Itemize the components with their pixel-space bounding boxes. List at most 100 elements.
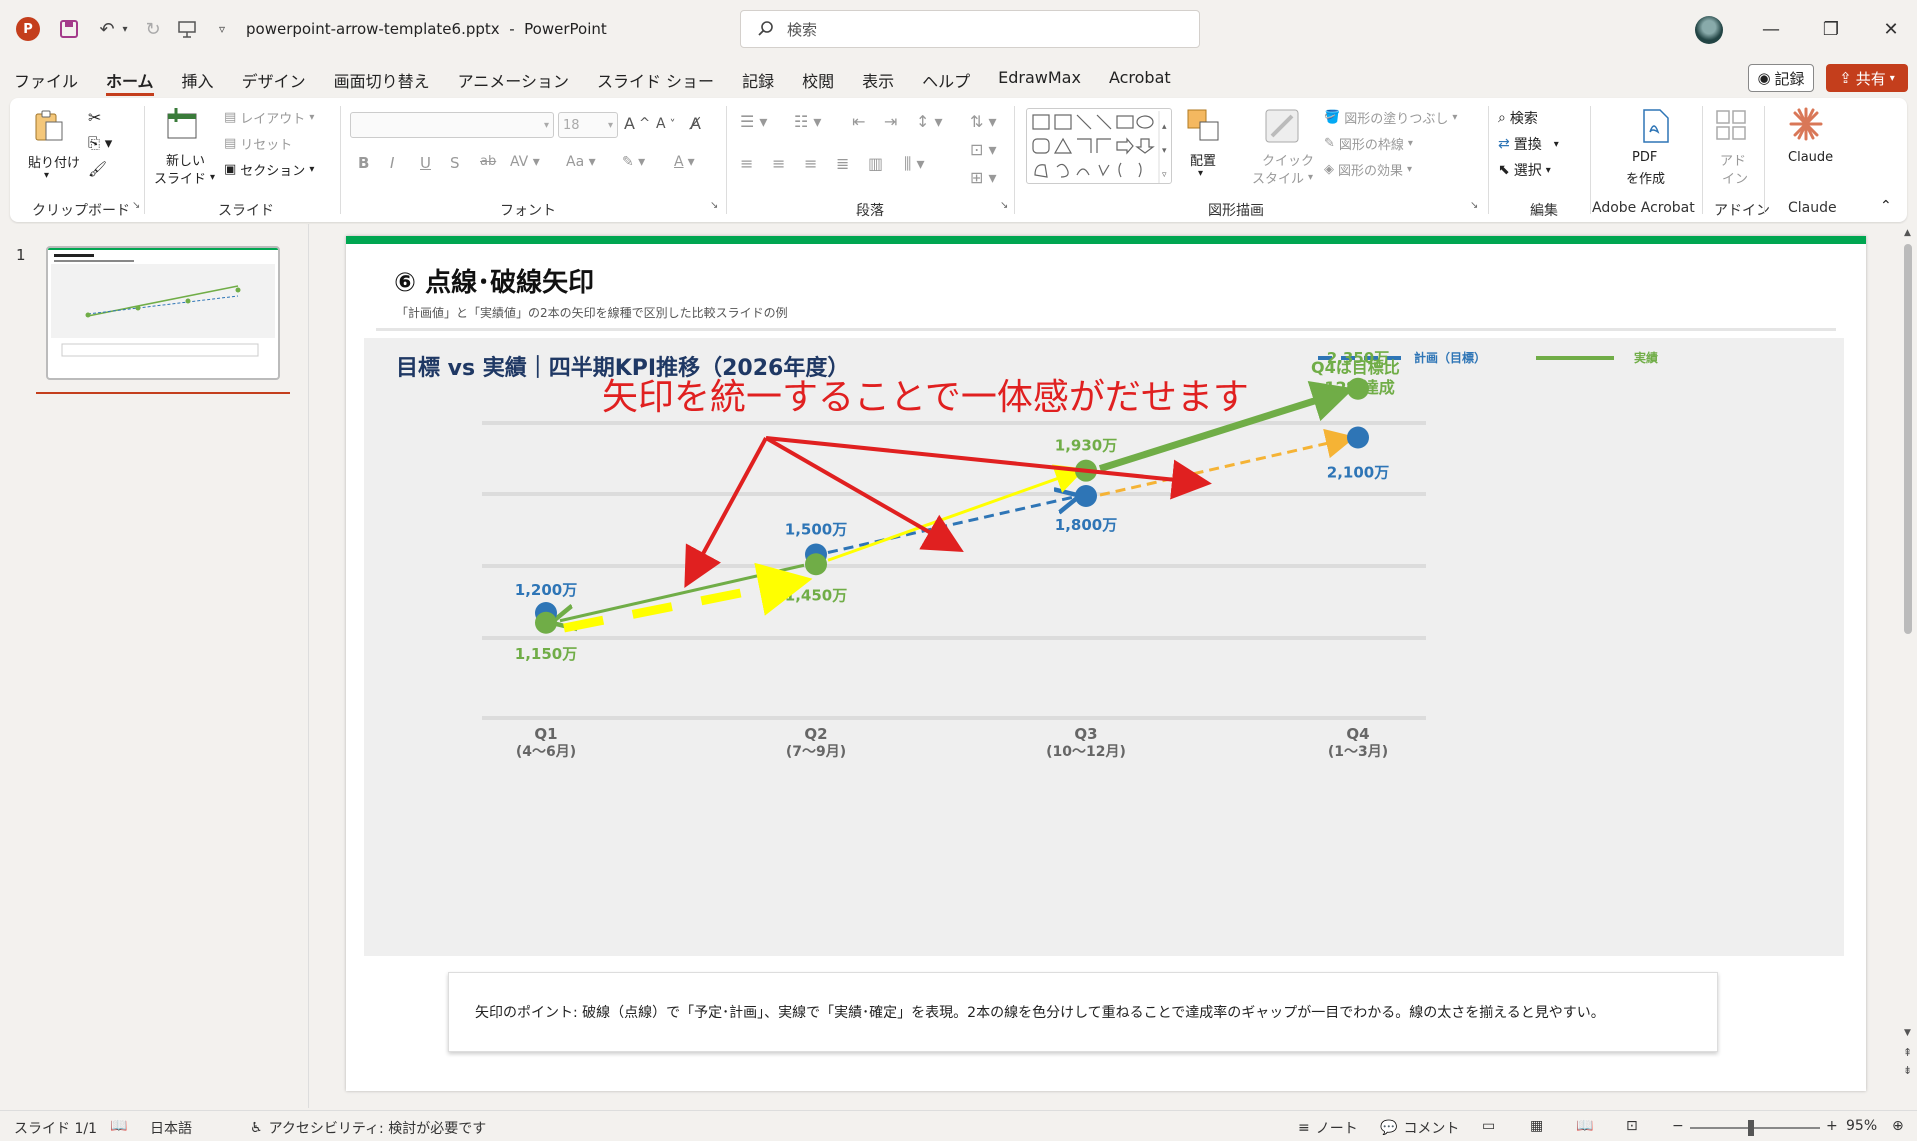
font-launcher-icon[interactable]: ↘ <box>710 200 718 211</box>
tab-4[interactable]: 画面切り替え <box>334 62 430 96</box>
italic-icon[interactable]: I <box>390 154 394 172</box>
format-painter-icon[interactable]: 🖌 <box>88 160 107 178</box>
reset-button[interactable]: ▤ リセット <box>224 134 292 153</box>
change-case-icon[interactable]: Aa ▾ <box>566 154 596 170</box>
increase-indent-icon[interactable]: ⇥ <box>884 112 897 131</box>
quick-styles-button[interactable]: スタイル ▾ <box>1252 168 1313 187</box>
find-button[interactable]: ⌕ 検索 <box>1498 108 1538 128</box>
annotation-text[interactable]: 矢印を統一することで一体感がだせます <box>602 368 1249 420</box>
kpi-chart[interactable]: 1,200万 1,500万 1,800万 2,100万 1,150万 1,450万 1,93… <box>346 236 1866 966</box>
tab-9[interactable]: 表示 <box>862 62 894 96</box>
text-direction-icon[interactable]: ⇅ ▾ <box>970 112 997 131</box>
char-spacing-icon[interactable]: AV ▾ <box>510 154 540 170</box>
font-color-icon[interactable]: A ▾ <box>674 154 695 170</box>
spellcheck-icon[interactable]: 📖 <box>110 1118 127 1134</box>
arrange-button[interactable]: 配置 <box>1190 150 1216 169</box>
fit-slide-icon[interactable]: ⊕ <box>1892 1118 1904 1134</box>
comments-button[interactable]: 💬 コメント <box>1380 1118 1459 1138</box>
create-pdf-icon[interactable] <box>1638 108 1672 143</box>
save-icon[interactable] <box>56 16 82 42</box>
zoom-level[interactable]: 95% <box>1846 1118 1877 1134</box>
replace-button[interactable]: ⇄ 置換 ▾ <box>1498 134 1559 154</box>
customize-toolbar-icon[interactable]: ▿ <box>212 16 232 42</box>
distribute-icon[interactable]: ▥ <box>868 154 883 173</box>
font-name-combo[interactable]: ▾ <box>350 112 554 138</box>
q4-callout-line-2[interactable]: +12%達成 <box>1311 374 1395 398</box>
strikethrough-icon[interactable]: ab <box>480 154 496 169</box>
zoom-slider[interactable] <box>1690 1127 1820 1129</box>
bold-icon[interactable]: B <box>358 154 369 172</box>
new-slide-button[interactable]: スライド ▾ <box>154 168 215 187</box>
align-left-icon[interactable]: ≡ <box>740 154 753 173</box>
shape-fill-button[interactable]: 🪣 図形の塗りつぶし ▾ <box>1324 108 1457 127</box>
quick-styles-label-1[interactable]: クイック <box>1262 150 1314 169</box>
align-text-icon[interactable]: ⊡ ▾ <box>970 140 997 159</box>
claude-button[interactable]: Claude <box>1788 150 1833 165</box>
scroll-thumb[interactable] <box>1904 244 1912 634</box>
paste-button[interactable]: 貼り付け <box>28 152 80 171</box>
notes-button[interactable]: ≡ ノート <box>1298 1118 1358 1138</box>
tab-7[interactable]: 記録 <box>742 62 774 96</box>
arrange-icon[interactable] <box>1186 108 1220 142</box>
shadow-icon[interactable]: S <box>450 154 460 172</box>
tab-6[interactable]: スライド ショー <box>597 62 714 96</box>
paste-icon[interactable] <box>32 108 66 142</box>
next-slide-icon[interactable]: ⇟ <box>1903 1064 1912 1077</box>
font-size-combo[interactable]: 18 ▾ <box>558 112 618 138</box>
pane-divider[interactable] <box>308 224 309 1108</box>
note-box[interactable]: 矢印のポイント: 破線（点線）で「予定･計画」、実線で「実績･確定」を表現。2本… <box>448 972 1718 1052</box>
scroll-down-icon[interactable]: ▼ <box>1904 1028 1911 1038</box>
tab-5[interactable]: アニメーション <box>458 62 569 96</box>
align-right-icon[interactable]: ≡ <box>804 154 817 173</box>
slide-thumbnail[interactable] <box>46 246 280 380</box>
language-indicator[interactable]: 日本語 <box>150 1118 192 1138</box>
tab-8[interactable]: 校閲 <box>802 62 834 96</box>
create-pdf-label-1[interactable]: PDF <box>1632 150 1657 165</box>
columns-icon[interactable]: ⫼ ▾ <box>904 154 924 174</box>
present-from-start-icon[interactable] <box>174 16 200 42</box>
shape-outline-button[interactable]: ✎ 図形の枠線 ▾ <box>1324 134 1413 153</box>
shapes-gallery[interactable]: ▴ ▾ ▿ <box>1026 108 1172 184</box>
previous-slide-icon[interactable]: ⇞ <box>1903 1046 1912 1059</box>
paste-dropdown-icon[interactable]: ▾ <box>44 170 49 181</box>
tab-12[interactable]: Acrobat <box>1109 62 1171 96</box>
accessibility-status[interactable]: ♿ アクセシビリティ: 検討が必要です <box>250 1118 486 1138</box>
quick-styles-icon[interactable] <box>1264 108 1299 143</box>
restore-icon[interactable]: ❐ <box>1816 16 1846 42</box>
create-pdf-button[interactable]: を作成 <box>1626 168 1665 187</box>
reading-view-icon[interactable]: 📖 <box>1576 1118 1593 1134</box>
slideshow-icon[interactable]: ⊡ <box>1626 1118 1638 1134</box>
new-slide-label-1[interactable]: 新しい <box>166 150 205 169</box>
shape-effects-button[interactable]: ◈ 図形の効果 ▾ <box>1324 160 1412 179</box>
line-spacing-icon[interactable]: ↕ ▾ <box>916 112 943 131</box>
section-button[interactable]: ▣ セクション ▾ <box>224 160 314 179</box>
align-center-icon[interactable]: ≡ <box>772 154 785 173</box>
addins-button[interactable]: イン <box>1722 168 1748 187</box>
tab-10[interactable]: ヘルプ <box>922 62 970 96</box>
share-button[interactable]: ⇪ 共有 ▾ <box>1826 64 1908 92</box>
select-button[interactable]: ⬉ 選択 ▾ <box>1498 160 1551 180</box>
normal-view-icon[interactable]: ▭ <box>1482 1118 1495 1134</box>
minimize-icon[interactable]: — <box>1756 16 1786 42</box>
addins-icon[interactable] <box>1714 108 1748 142</box>
justify-icon[interactable]: ≣ <box>836 154 849 173</box>
arrange-dropdown-icon[interactable]: ▾ <box>1198 168 1203 179</box>
tab-11[interactable]: EdrawMax <box>998 62 1081 96</box>
undo-icon[interactable]: ↶ <box>94 16 120 42</box>
underline-icon[interactable]: U <box>420 154 431 172</box>
search-box[interactable]: 検索 <box>740 10 1200 48</box>
collapse-ribbon-icon[interactable]: ⌃ <box>1880 198 1892 214</box>
slide-sorter-icon[interactable]: ▦ <box>1530 1118 1543 1134</box>
increase-font-icon[interactable]: A ^ <box>624 114 650 133</box>
redo-icon[interactable]: ↻ <box>140 16 166 42</box>
new-slide-icon[interactable] <box>164 108 198 142</box>
tab-2[interactable]: 挿入 <box>182 62 214 96</box>
smartart-icon[interactable]: ⊞ ▾ <box>970 168 997 187</box>
zoom-out-icon[interactable]: − <box>1672 1118 1684 1134</box>
decrease-indent-icon[interactable]: ⇤ <box>852 112 865 131</box>
clipboard-launcher-icon[interactable]: ↘ <box>132 200 140 211</box>
layout-button[interactable]: ▤ レイアウト ▾ <box>224 108 314 127</box>
clear-format-icon[interactable]: A̸ <box>690 114 701 133</box>
tab-1[interactable]: ホーム <box>106 62 154 96</box>
undo-dropdown-icon[interactable]: ▾ <box>118 16 132 42</box>
